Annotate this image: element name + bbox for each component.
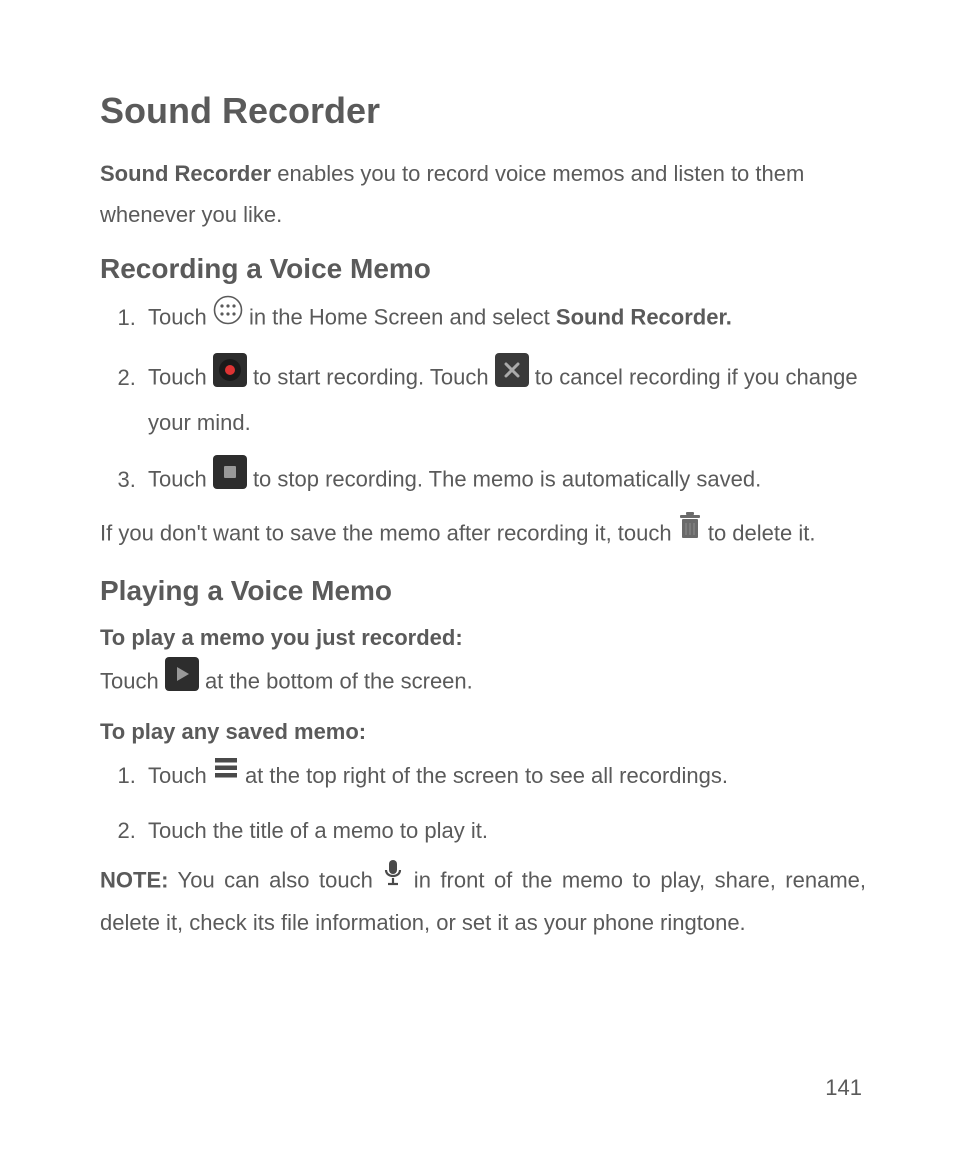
page-number: 141 xyxy=(825,1075,862,1101)
step-text: Touch xyxy=(148,305,213,330)
page-title: Sound Recorder xyxy=(100,90,866,132)
step-text: Touch xyxy=(148,467,213,492)
trash-icon xyxy=(678,511,702,555)
text: Touch xyxy=(100,669,165,694)
intro-bold: Sound Recorder xyxy=(100,161,271,186)
record-icon xyxy=(213,353,247,401)
text: at the bottom of the screen. xyxy=(199,669,473,694)
step-text: in the Home Screen and select xyxy=(243,305,556,330)
section-recording-heading: Recording a Voice Memo xyxy=(100,253,866,285)
step-text: to start recording. Touch xyxy=(247,365,495,390)
play-sub1: To play a memo you just recorded: xyxy=(100,619,866,658)
list-item: Touch in the Home Screen and select Soun… xyxy=(142,297,866,341)
step-text: to stop recording. The memo is automatic… xyxy=(247,467,761,492)
play-steps-list: Touch at the top right of the screen to … xyxy=(100,756,866,852)
delete-paragraph: If you don't want to save the memo after… xyxy=(100,513,866,557)
apps-grid-icon xyxy=(213,295,243,339)
note-paragraph: NOTE: You can also touch in front of the… xyxy=(100,860,866,944)
list-item: Touch to start recording. Touch to cance… xyxy=(142,355,866,443)
step-text: Touch xyxy=(148,763,213,788)
intro-paragraph: Sound Recorder enables you to record voi… xyxy=(100,154,866,235)
play-icon xyxy=(165,657,199,705)
stop-icon xyxy=(213,455,247,503)
list-item: Touch at the top right of the screen to … xyxy=(142,756,866,798)
step-text: at the top right of the screen to see al… xyxy=(239,763,728,788)
note-text: You can also touch xyxy=(168,867,382,892)
cancel-icon xyxy=(495,353,529,401)
recording-steps-list: Touch in the Home Screen and select Soun… xyxy=(100,297,866,505)
step-bold: Sound Recorder. xyxy=(556,305,732,330)
step-text: Touch xyxy=(148,365,213,390)
text: to delete it. xyxy=(702,521,816,546)
microphone-icon xyxy=(382,858,404,902)
play-sub2: To play any saved memo: xyxy=(100,713,866,752)
section-playing-heading: Playing a Voice Memo xyxy=(100,575,866,607)
list-menu-icon xyxy=(213,754,239,795)
note-label: NOTE: xyxy=(100,867,168,892)
step-text: Touch the title of a memo to play it. xyxy=(148,818,488,843)
text: If you don't want to save the memo after… xyxy=(100,521,678,546)
list-item: Touch to stop recording. The memo is aut… xyxy=(142,457,866,505)
list-item: Touch the title of a memo to play it. xyxy=(142,811,866,852)
play-just-recorded: Touch at the bottom of the screen. xyxy=(100,659,866,707)
